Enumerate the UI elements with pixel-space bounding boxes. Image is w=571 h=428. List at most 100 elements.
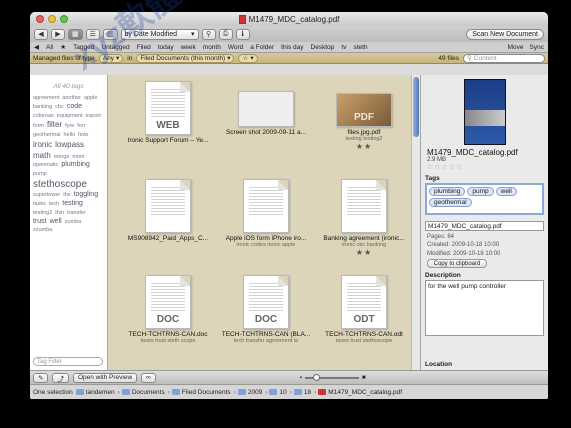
document-thumbnail[interactable] xyxy=(145,179,191,233)
info-button[interactable]: ℹ xyxy=(235,28,250,40)
fav-today[interactable]: today xyxy=(158,44,174,51)
fav-word[interactable]: Word xyxy=(228,44,243,51)
tag-cloud-item[interactable]: toggling xyxy=(74,191,99,200)
fav-tagged[interactable]: Tagged xyxy=(73,44,94,51)
tag-token[interactable]: pump xyxy=(467,187,494,196)
tag-token[interactable]: well xyxy=(495,187,517,196)
document-item[interactable]: Banking agreement (ironic... ironic cbc b… xyxy=(314,179,414,257)
scope-filter-popup[interactable]: Filed Documents (this month) ▾ xyxy=(136,53,235,63)
tag-cloud-item[interactable]: equipment xyxy=(57,113,83,120)
fav-tv[interactable]: tv xyxy=(341,44,346,51)
open-with-preview-button[interactable]: Open with Preview xyxy=(72,372,138,383)
fav-month[interactable]: month xyxy=(203,44,221,51)
fav-filed[interactable]: Filed xyxy=(137,44,151,51)
tag-cloud-item[interactable]: cbc xyxy=(55,104,64,111)
rating-stars[interactable]: ☆☆☆☆☆ xyxy=(427,163,548,171)
tag-cloud-item[interactable]: forr xyxy=(77,123,85,130)
thumbnail-size-slider[interactable]: ▪ ■ xyxy=(300,373,366,381)
tag-cloud-item[interactable]: stethoscope xyxy=(33,179,87,192)
document-thumbnail[interactable]: DOC xyxy=(145,275,191,329)
tag-cloud-item[interactable]: export xyxy=(85,113,100,120)
tag-cloud-item[interactable]: tech xyxy=(49,201,59,208)
fav-desktop[interactable]: Desktop xyxy=(311,44,335,51)
fav-all[interactable]: All xyxy=(46,44,53,51)
tag-cloud-item[interactable]: plumbing xyxy=(61,161,89,170)
tag-cloud-item[interactable]: apple xyxy=(84,95,97,102)
tag-cloud-item[interactable]: fyre xyxy=(65,123,74,130)
slider-track[interactable] xyxy=(304,373,359,381)
fav-steth[interactable]: steth xyxy=(353,44,367,51)
document-thumbnail[interactable]: PDF xyxy=(336,93,392,127)
path-crumb[interactable]: › 2009 xyxy=(234,389,263,396)
document-thumbnail[interactable] xyxy=(341,179,387,233)
path-crumb[interactable]: › Filed Documents xyxy=(168,389,231,396)
document-thumbnail[interactable]: DOC xyxy=(243,275,289,329)
slider-knob[interactable] xyxy=(312,373,320,381)
move-button[interactable]: Move xyxy=(508,44,524,51)
fav-a-folder[interactable]: a Folder xyxy=(250,44,274,51)
tag-cloud-item[interactable]: merge xyxy=(54,154,70,161)
tags-token-field[interactable]: plumbing pump well geothermal xyxy=(425,183,544,215)
fav-week[interactable]: week xyxy=(181,44,196,51)
document-item[interactable]: DOC TECH-TCHTRNS-CAN (BLA... tech transfer… xyxy=(216,275,316,344)
document-thumbnail[interactable]: ODT xyxy=(341,275,387,329)
tag-token[interactable]: plumbing xyxy=(429,187,466,196)
tag-cloud-item[interactable]: ironic xyxy=(33,140,52,150)
tag-cloud-item[interactable]: how xyxy=(78,132,88,139)
quicklook-button[interactable]: ⚲ xyxy=(201,28,216,40)
collapse-icon[interactable]: ◀ xyxy=(34,43,39,51)
document-cover-thumbnail[interactable] xyxy=(463,79,506,145)
tag-cloud-item[interactable]: thx xyxy=(63,192,70,199)
tag-cloud-item[interactable]: filter xyxy=(47,120,62,130)
fav-untagged[interactable]: Untagged xyxy=(101,44,129,51)
tag-cloud-item[interactable]: testing2 xyxy=(33,210,52,217)
tag-cloud-item[interactable]: math xyxy=(33,151,51,161)
view-icons-button[interactable]: ▦ xyxy=(68,28,83,40)
tag-cloud-item[interactable]: well xyxy=(50,218,62,227)
share-button[interactable]: ⤴ xyxy=(52,372,69,383)
tag-cloud-item[interactable]: pump xyxy=(33,171,47,178)
link-button[interactable]: ∞ xyxy=(141,372,156,383)
tag-cloud-item[interactable]: code xyxy=(67,103,82,112)
path-crumb[interactable]: tandemen xyxy=(75,389,115,396)
tag-filter-field[interactable]: Tag Filter xyxy=(33,357,103,366)
tag-cloud-item[interactable]: trust xyxy=(33,218,47,227)
document-item[interactable]: DOC TECH-TCHTRNS-CAN.doc taxes trust steth… xyxy=(118,275,218,344)
tag-cloud-item[interactable]: openmatic xyxy=(33,162,58,169)
path-crumb[interactable]: › 18 xyxy=(290,389,311,396)
path-crumb[interactable]: › 10 xyxy=(265,389,286,396)
view-columns-button[interactable]: ▥ xyxy=(102,28,118,40)
filename-field[interactable]: M1479_MDC_catalog.pdf xyxy=(425,221,544,231)
document-item[interactable]: PDF files.jpg.pdf testing testing2 ★★ xyxy=(314,81,414,151)
back-button[interactable]: ◀ xyxy=(34,28,48,40)
document-item[interactable]: Screen shot 2009-09-11 a... xyxy=(216,81,316,136)
tag-token[interactable]: geothermal xyxy=(429,198,472,207)
description-field[interactable]: for the well pump controller xyxy=(425,280,544,337)
tag-cloud-item[interactable]: transfer xyxy=(67,210,86,217)
view-list-button[interactable]: ☰ xyxy=(85,28,100,40)
document-item[interactable]: MS908942_Paid_Apps_C... xyxy=(118,179,218,242)
tag-cloud-item[interactable]: testing xyxy=(62,200,83,209)
sort-select[interactable]: by Date Modified ▾ xyxy=(120,28,199,40)
forward-button[interactable]: ▶ xyxy=(51,28,65,40)
tag-cloud-item[interactable]: form xyxy=(33,123,44,130)
document-item[interactable]: WEB Ironic Support Forum – Ye... xyxy=(118,81,218,144)
scan-new-document-button[interactable]: Scan New Document xyxy=(466,28,544,40)
sync-button[interactable]: Sync xyxy=(530,44,544,51)
tag-cloud-item[interactable]: mom xyxy=(72,154,84,161)
content-search-field[interactable]: ⚲ Content xyxy=(463,53,545,63)
copy-to-clipboard-button[interactable]: Copy to clipboard xyxy=(427,259,487,269)
tag-cloud-item[interactable]: banking xyxy=(33,104,52,111)
tag-cloud-item[interactable]: geothermal xyxy=(33,132,61,139)
type-filter-popup[interactable]: Any ▾ xyxy=(98,53,124,63)
tag-cloud-item[interactable]: coloroas xyxy=(33,113,54,120)
document-thumbnail[interactable] xyxy=(238,91,294,127)
tag-cloud-item[interactable]: lowpass xyxy=(55,140,84,150)
path-crumb[interactable]: › Documents xyxy=(118,389,165,396)
tag-cloud-item[interactable]: supertower xyxy=(33,192,60,199)
document-item[interactable]: Apple iOS form iPhone iro... ironic codes… xyxy=(216,179,316,248)
path-crumb[interactable]: › M1479_MDC_catalog.pdf xyxy=(314,389,402,396)
fav-this-day[interactable]: this day xyxy=(281,44,303,51)
document-thumbnail[interactable] xyxy=(243,179,289,233)
rating-filter-popup[interactable]: ☆ ▾ xyxy=(238,53,258,63)
